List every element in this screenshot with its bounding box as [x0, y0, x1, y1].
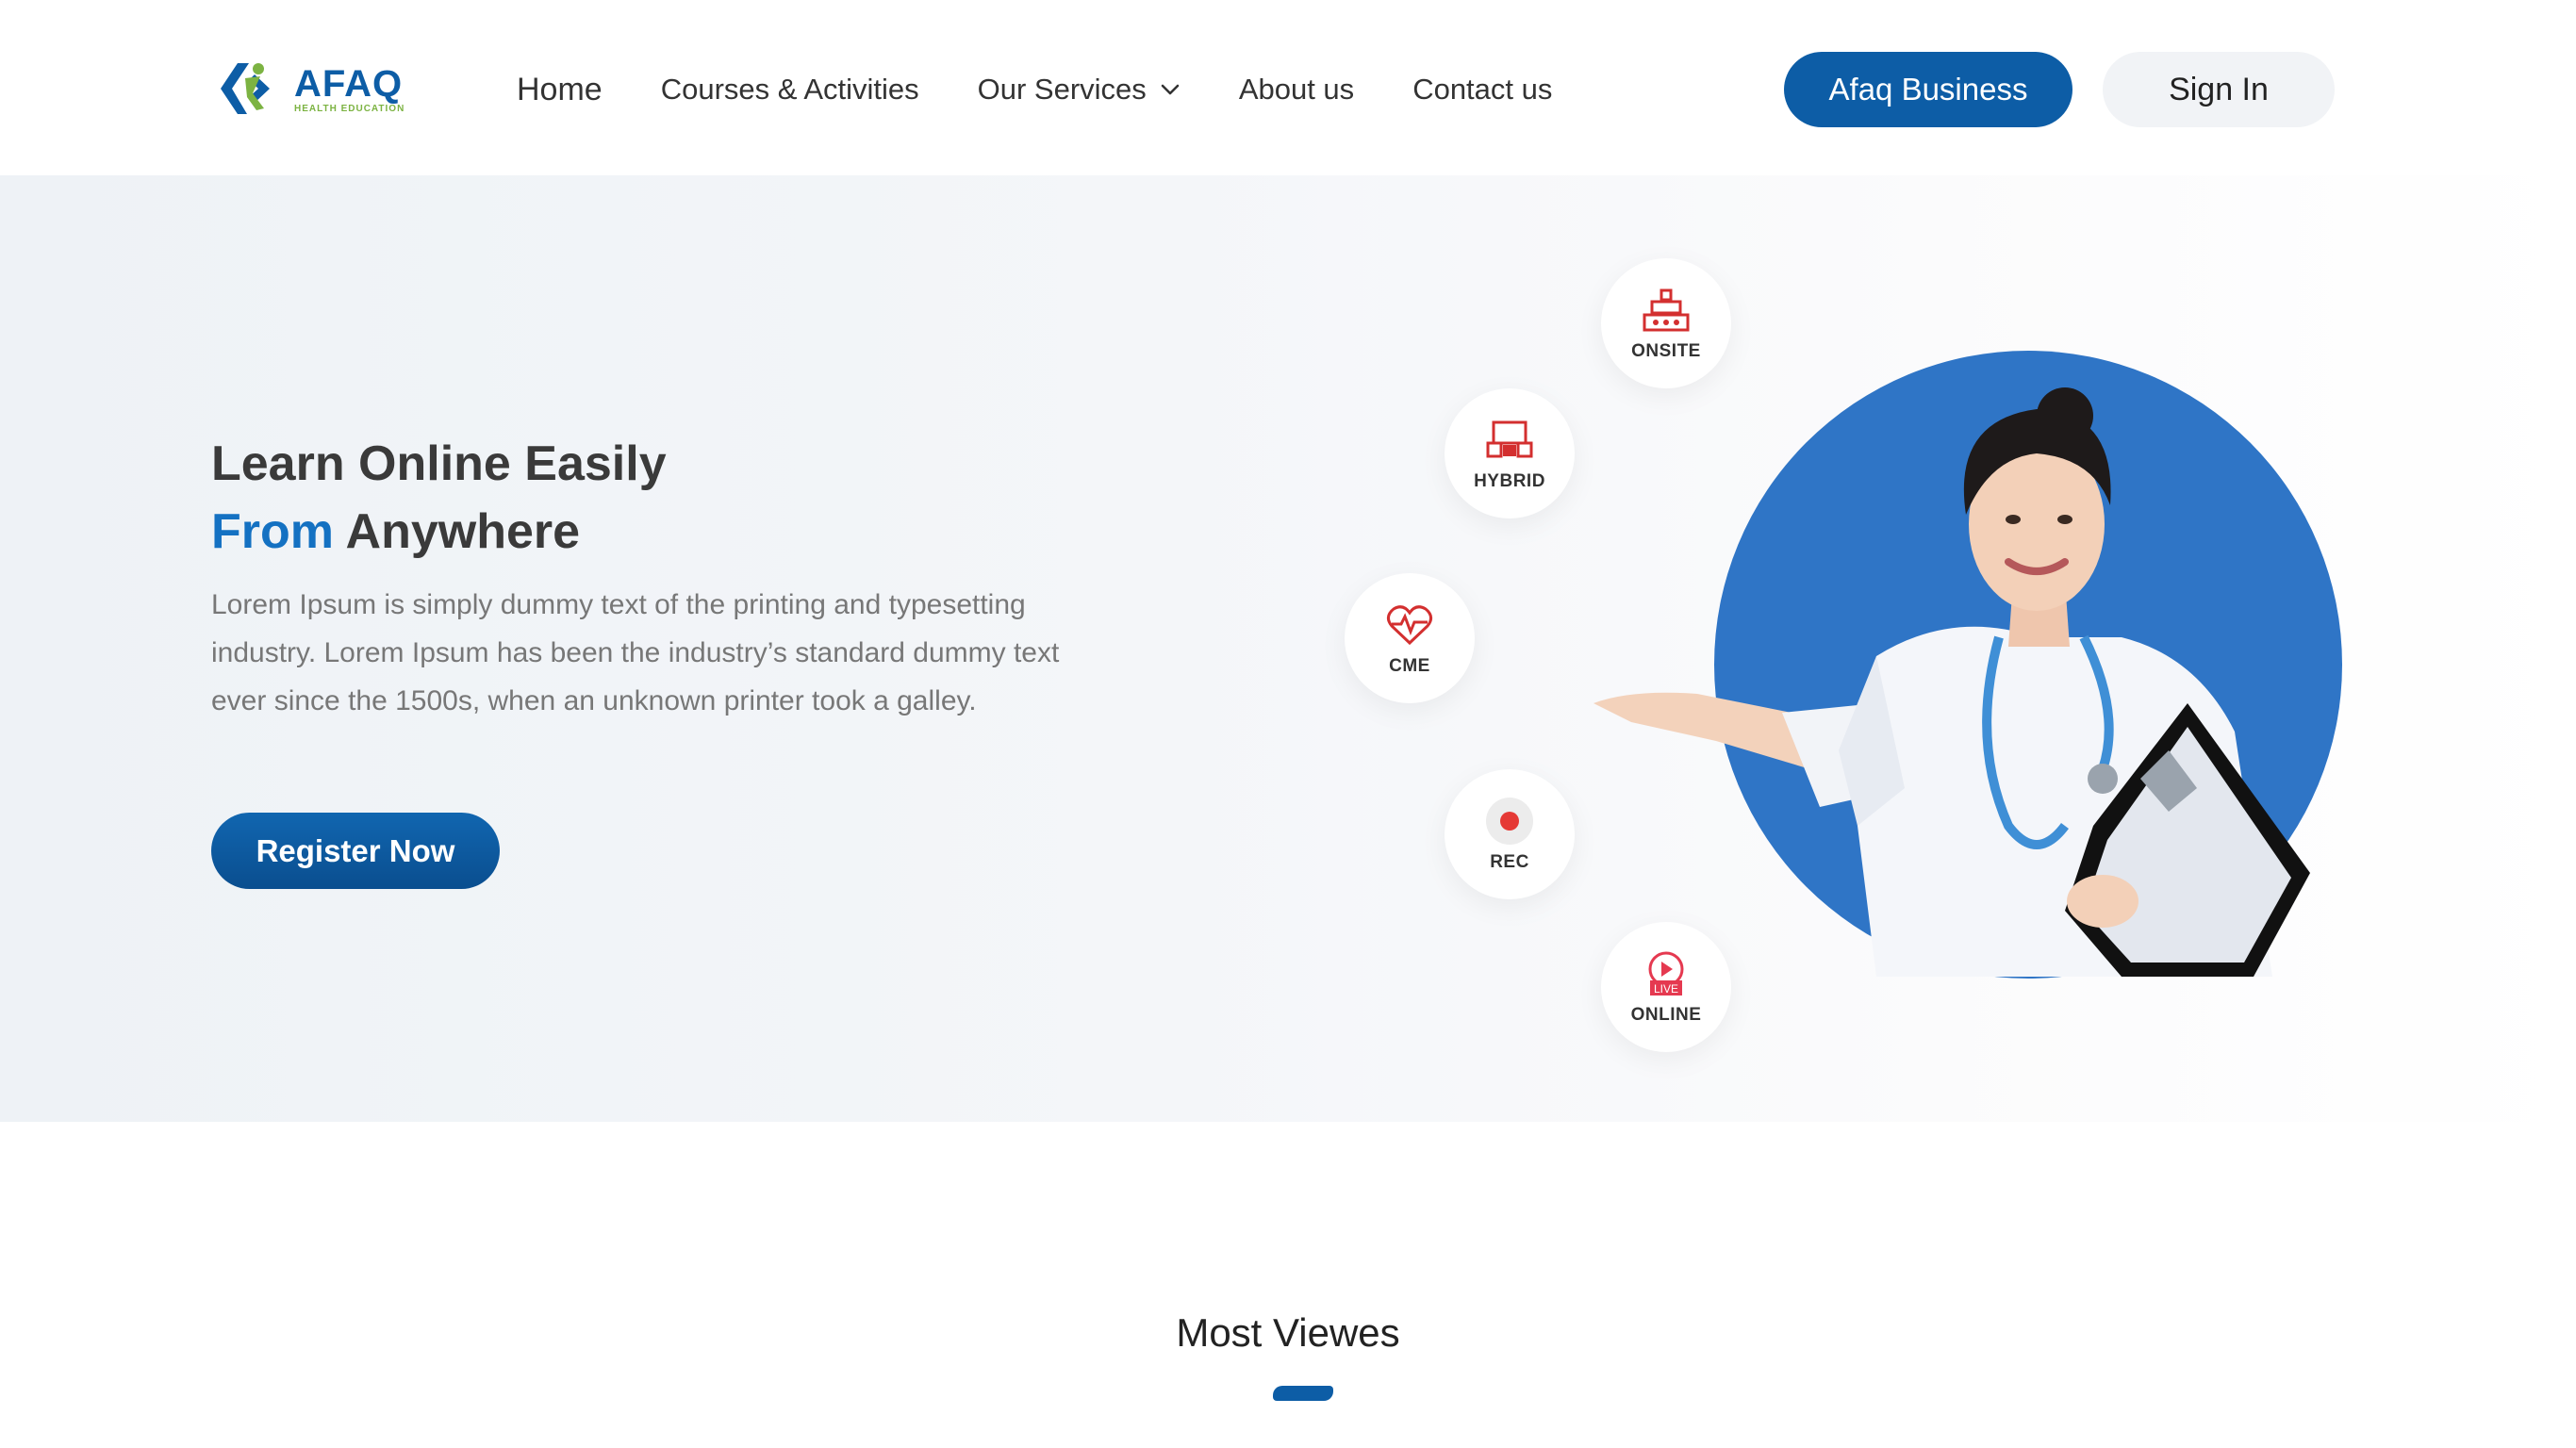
- mode-online[interactable]: LIVE ONLINE: [1601, 922, 1731, 1052]
- hero-title-line1: Learn Online Easily: [211, 436, 667, 491]
- mode-rec-label: REC: [1490, 852, 1529, 872]
- hero-title-line2: From Anywhere: [211, 498, 667, 566]
- register-now-button[interactable]: Register Now: [211, 813, 500, 889]
- mode-hybrid[interactable]: HYBRID: [1445, 388, 1575, 518]
- record-icon: [1486, 798, 1533, 845]
- most-viewed-title: Most Viewes: [1176, 1310, 1400, 1355]
- nav-contact-us[interactable]: Contact us: [1412, 73, 1552, 107]
- mode-onsite-label: ONSITE: [1631, 341, 1701, 361]
- mode-online-label: ONLINE: [1630, 1005, 1702, 1025]
- nav-our-services[interactable]: Our Services: [978, 73, 1181, 107]
- mode-cme-label: CME: [1389, 656, 1430, 676]
- nav-courses-activities[interactable]: Courses & Activities: [661, 73, 919, 107]
- hybrid-icon: [1486, 420, 1533, 458]
- mode-cme[interactable]: CME: [1345, 573, 1475, 703]
- live-icon: LIVE: [1648, 951, 1684, 996]
- hero-section: Learn Online Easily From Anywhere Lorem …: [0, 175, 2576, 1122]
- building-icon: [1643, 288, 1690, 332]
- logo-subtitle: HEALTH EDUCATION: [294, 103, 405, 114]
- site-header: AFAQ HEALTH EDUCATION Home Courses & Act…: [0, 0, 2576, 175]
- afaq-logo[interactable]: AFAQ HEALTH EDUCATION: [217, 55, 415, 123]
- hero-title: Learn Online Easily From Anywhere: [211, 430, 667, 566]
- nav-our-services-label: Our Services: [977, 73, 1147, 106]
- doctor-image: [1593, 387, 2310, 977]
- mode-rec[interactable]: REC: [1445, 769, 1575, 899]
- hero-description: Lorem Ipsum is simply dummy text of the …: [211, 589, 1060, 716]
- nav-home[interactable]: Home: [517, 72, 603, 108]
- mode-hybrid-label: HYBRID: [1474, 471, 1545, 491]
- heart-pulse-icon: [1387, 605, 1432, 646]
- chevron-down-icon: [1161, 84, 1180, 95]
- main-nav: Home Courses & Activities Our Services A…: [517, 66, 1610, 113]
- hero-title-rest: Anywhere: [334, 504, 581, 559]
- hero-title-accent: From: [211, 504, 334, 559]
- nav-about-us[interactable]: About us: [1239, 73, 1354, 107]
- section-title-underline: [1273, 1386, 1333, 1401]
- mode-onsite[interactable]: ONSITE: [1601, 258, 1731, 388]
- afaq-business-button[interactable]: Afaq Business: [1784, 52, 2072, 127]
- logo-mark-icon: [217, 56, 283, 122]
- logo-name: AFAQ: [294, 62, 404, 105]
- live-badge-text: LIVE: [1654, 982, 1678, 996]
- sign-in-button[interactable]: Sign In: [2103, 52, 2335, 127]
